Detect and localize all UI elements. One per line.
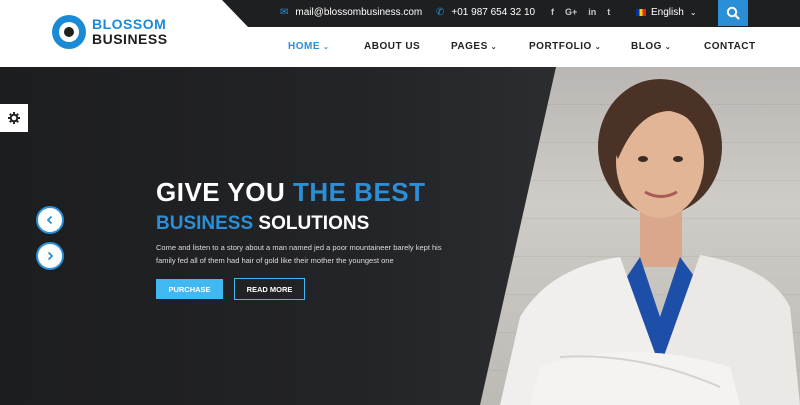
language-label: English [651,7,684,18]
chevron-down-icon: ⌄ [689,8,697,17]
facebook-icon[interactable]: f [551,7,554,17]
hero-title-blue: THE BEST [292,177,426,207]
read-more-button[interactable]: READ MORE [234,278,305,300]
phone-text: +01 987 654 32 10 [451,7,536,18]
nav-pages-label: PAGES [451,41,488,52]
search-button[interactable] [718,0,748,26]
logo-line-2: BUSINESS [92,31,168,47]
hero-subtitle-blue: BUSINESS [156,213,254,234]
businesswoman-photo [500,79,800,405]
logo[interactable]: BLOSSOM BUSINESS [52,15,168,49]
hero-subtitle-white: SOLUTIONS [253,213,370,234]
logo-text: BLOSSOM BUSINESS [92,17,168,47]
chevron-left-icon [46,215,53,225]
hero-title: GIVE YOU THE BEST [156,177,426,208]
chevron-down-icon: ⌄ [490,44,498,51]
hero-slider: GIVE YOU THE BEST BUSINESS SOLUTIONS Com… [0,67,800,405]
linkedin-icon[interactable]: in [588,7,596,17]
logo-mark-icon [52,15,86,49]
email-icon: ✉ [280,7,289,18]
language-select[interactable]: English ⌄ [636,7,697,18]
chevron-right-icon [47,251,54,261]
top-bar: ✉ mail@blossombusiness.com ✆ +01 987 654… [222,0,800,27]
nav-about[interactable]: ABOUT US [364,41,420,52]
slider-next-button[interactable] [36,242,64,270]
search-icon [726,6,740,20]
flag-icon [636,9,646,16]
chevron-down-icon: ⌄ [323,44,330,51]
nav-portfolio-label: PORTFOLIO [529,41,592,52]
nav-home-label: HOME [288,41,320,52]
phone-link[interactable]: ✆ +01 987 654 32 10 [436,7,535,18]
settings-toggle[interactable] [0,104,28,132]
slider-prev-button[interactable] [36,206,64,234]
hero-subtitle: BUSINESS SOLUTIONS [156,213,369,235]
nav-home[interactable]: HOME ⌄ [288,41,329,52]
nav-portfolio[interactable]: PORTFOLIO ⌄ [529,41,601,52]
nav-blog-label: BLOG [631,41,662,52]
twitter-icon[interactable]: t [607,7,610,17]
social-links: f G+ in t [551,7,610,17]
phone-icon: ✆ [436,7,445,18]
nav-contact-label: CONTACT [704,41,756,52]
hero-title-white: GIVE YOU [156,177,293,207]
email-text: mail@blossombusiness.com [295,7,423,18]
chevron-down-icon: ⌄ [664,44,672,51]
nav-about-label: ABOUT US [364,41,421,52]
nav-blog[interactable]: BLOG ⌄ [631,41,671,52]
google-plus-icon[interactable]: G+ [565,7,577,17]
nav-contact[interactable]: CONTACT [704,41,756,52]
site-header: BLOSSOM BUSINESS ✉ mail@blossombusiness.… [0,0,800,67]
email-link[interactable]: ✉ mail@blossombusiness.com [280,7,422,18]
chevron-down-icon: ⌄ [594,44,602,51]
purchase-button[interactable]: PURCHASE [156,279,223,299]
logo-line-1: BLOSSOM [92,16,167,32]
nav-pages[interactable]: PAGES ⌄ [451,41,497,52]
hero-description: Come and listen to a story about a man n… [156,243,442,265]
gear-icon [8,112,20,124]
